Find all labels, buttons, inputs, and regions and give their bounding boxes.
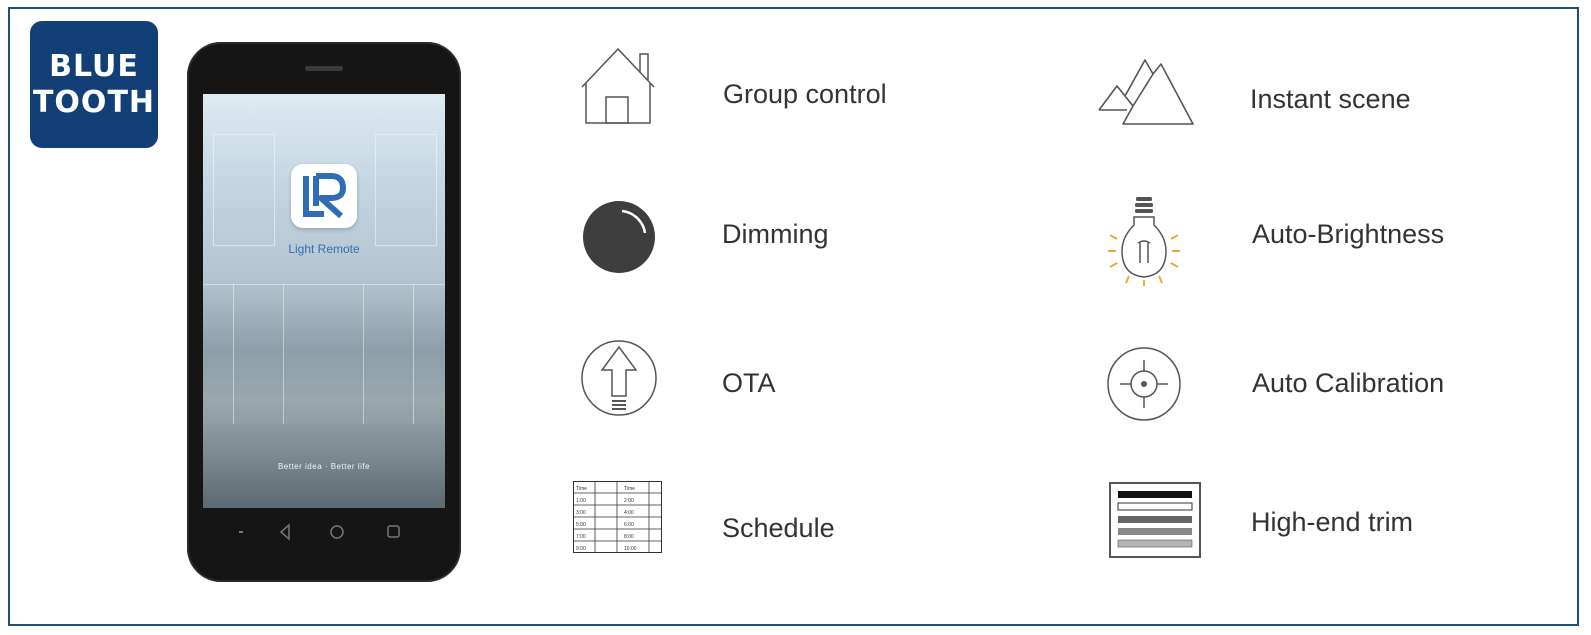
app-logo <box>291 164 357 228</box>
bluetooth-badge: BLUE TOOTH <box>30 21 158 148</box>
schedule-cell: 7:00 <box>576 534 586 540</box>
app-tagline: Better idea · Better life <box>277 462 371 471</box>
upload-arrow-icon <box>581 340 657 416</box>
dimming-dial-icon <box>583 201 655 273</box>
house-icon <box>581 47 655 124</box>
feature-dimming: Dimming <box>722 219 829 249</box>
android-nav-bar <box>203 510 445 554</box>
schedule-cell: 2:00 <box>624 498 634 504</box>
phone-screen: Light Remote Better idea · Better life <box>203 94 445 508</box>
schedule-header-left: Time <box>576 486 587 492</box>
background-line <box>413 284 415 424</box>
schedule-cell: 6:00 <box>624 522 634 528</box>
menu-dot-icon[interactable] <box>239 531 243 533</box>
badge-line-2: TOOTH <box>32 84 156 120</box>
app-name: Light Remote <box>288 242 360 256</box>
phone-mockup: Light Remote Better idea · Better life <box>187 42 461 582</box>
lr-logo-icon <box>303 173 346 219</box>
feature-group-control: Group control <box>723 79 887 109</box>
feature-schedule: Schedule <box>722 513 835 543</box>
schedule-cell: 9:00 <box>576 546 586 552</box>
trim-panel-icon <box>1109 482 1201 558</box>
schedule-header-right: Time <box>624 486 635 492</box>
badge-line-1: BLUE <box>49 48 139 84</box>
schedule-cell: 1:00 <box>576 498 586 504</box>
background-line <box>363 284 365 424</box>
schedule-cell: 5:00 <box>576 522 586 528</box>
back-icon[interactable] <box>279 523 290 541</box>
background-window <box>213 134 275 246</box>
feature-ota: OTA <box>722 368 776 398</box>
nav-buttons <box>239 523 400 541</box>
light-bulb-icon <box>1108 197 1180 286</box>
schedule-cell: 3:00 <box>576 510 586 516</box>
feature-auto-brightness: Auto-Brightness <box>1252 219 1445 249</box>
feature-instant-scene: Instant scene <box>1250 84 1411 114</box>
phone-speaker <box>305 66 343 71</box>
feature-auto-calibration: Auto Calibration <box>1252 368 1445 398</box>
background-line <box>233 284 235 424</box>
background-line <box>203 284 445 286</box>
background-window <box>375 134 437 246</box>
schedule-cell: 10:00 <box>624 546 637 552</box>
schedule-table-icon: Time Time 1:00 3:00 5:00 7:00 9:00 2:00 … <box>573 481 662 553</box>
background-line <box>283 284 285 424</box>
home-icon[interactable] <box>330 525 344 539</box>
recents-icon[interactable] <box>387 525 400 538</box>
feature-high-end-trim: High-end trim <box>1251 507 1414 537</box>
mountains-icon <box>1098 59 1194 125</box>
schedule-cell: 4:00 <box>624 510 634 516</box>
schedule-cell: 8:00 <box>624 534 634 540</box>
target-crosshair-icon <box>1107 347 1181 421</box>
